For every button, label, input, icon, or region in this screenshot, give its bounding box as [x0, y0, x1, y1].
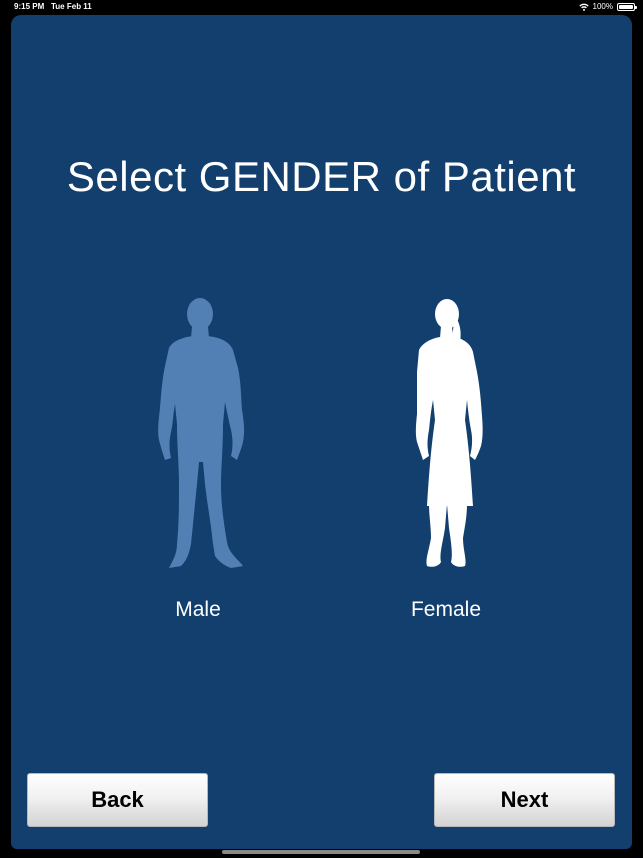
female-label[interactable]: Female	[376, 598, 516, 622]
battery-fill	[619, 4, 633, 9]
status-bar: 9:15 PM Tue Feb 11 100%	[0, 0, 643, 14]
battery-icon	[617, 2, 637, 11]
female-silhouette-icon	[415, 299, 483, 567]
back-button[interactable]: Back	[27, 773, 208, 827]
male-label[interactable]: Male	[128, 598, 268, 622]
status-indicators: 100%	[578, 2, 637, 11]
male-option[interactable]	[149, 298, 249, 570]
battery-percentage: 100%	[592, 2, 613, 11]
next-button[interactable]: Next	[434, 773, 615, 827]
home-indicator[interactable]	[222, 850, 420, 854]
page-title: Select GENDER of Patient	[66, 153, 577, 200]
wifi-icon	[578, 3, 589, 11]
female-option[interactable]	[395, 298, 495, 570]
male-silhouette-icon	[158, 298, 245, 568]
status-time: 9:15 PM	[14, 2, 45, 11]
status-date: Tue Feb 11	[51, 2, 92, 11]
gender-selection-screen: Select GENDER of Patient Male Female Bac…	[11, 15, 632, 849]
